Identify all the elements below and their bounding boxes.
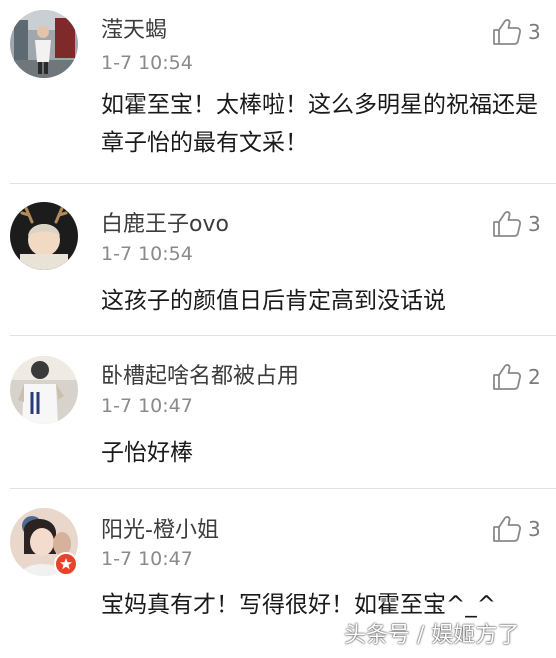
comment-text: 如霍至宝！太棒啦！这么多明星的祝福还是章子怡的最有文采！ xyxy=(101,92,538,156)
thumbs-up-icon xyxy=(493,211,521,237)
like-count: 3 xyxy=(528,20,541,44)
divider xyxy=(10,335,556,336)
comment-text: 子怡好棒 xyxy=(101,440,193,466)
like-count: 3 xyxy=(528,517,541,541)
username[interactable]: 滢天蝎 xyxy=(101,12,167,44)
user-avatar[interactable] xyxy=(10,202,78,270)
thumbs-up-icon xyxy=(493,516,521,542)
star-badge-icon xyxy=(54,552,78,576)
thumbs-up-icon xyxy=(493,364,521,390)
deer-antlers-avatar xyxy=(10,202,78,270)
like-button[interactable]: 2 xyxy=(492,361,541,393)
like-count: 3 xyxy=(528,212,541,236)
person-street-photo-avatar xyxy=(10,10,78,78)
divider xyxy=(10,183,556,184)
user-avatar[interactable] xyxy=(10,356,78,424)
comment-time: 1-7 10:54 xyxy=(101,243,193,265)
comment-text: 这孩子的颜值日后肯定高到没话说 xyxy=(101,288,446,314)
username[interactable]: 白鹿王子ovo xyxy=(101,206,229,238)
user-avatar[interactable] xyxy=(10,10,78,78)
like-button[interactable]: 3 xyxy=(492,208,541,240)
comment-time: 1-7 10:47 xyxy=(101,395,193,417)
watermark: 头条号 / 娱姬方了 xyxy=(344,623,520,648)
username[interactable]: 阳光-橙小姐 xyxy=(101,512,219,544)
comment-feed: 滢天蝎 1-7 10:54 3 如霍至宝！太棒啦！这么多明星的祝福还是章子怡的最… xyxy=(0,0,556,658)
comment-time: 1-7 10:54 xyxy=(101,52,193,74)
comment-time: 1-7 10:47 xyxy=(101,548,193,570)
thumbs-up-icon xyxy=(493,19,521,45)
divider xyxy=(10,488,556,489)
like-count: 2 xyxy=(528,365,541,389)
username[interactable]: 卧槽起啥名都被占用 xyxy=(101,358,299,390)
like-button[interactable]: 3 xyxy=(492,16,541,48)
jersey-avatar xyxy=(10,356,78,424)
like-button[interactable]: 3 xyxy=(492,513,541,545)
